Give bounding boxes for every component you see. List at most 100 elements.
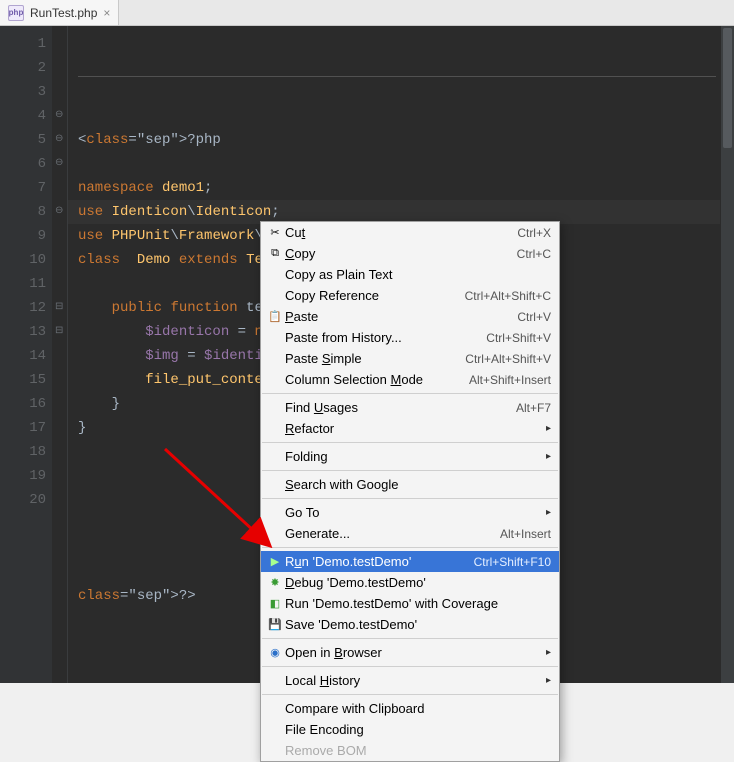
menu-item-label: Paste (285, 309, 517, 324)
line-number: 6 (0, 152, 46, 176)
line-number: 10 (0, 248, 46, 272)
tab-filename: RunTest.php (30, 6, 97, 20)
fold-toggle-icon[interactable]: ⊖ (55, 135, 65, 145)
coverage-icon: ◧ (265, 597, 285, 610)
menu-item-label: Local History (285, 673, 546, 688)
menu-item-label: Search with Google (285, 477, 551, 492)
scrollbar[interactable] (720, 26, 734, 683)
menu-item-label: Cut (285, 225, 517, 240)
fold-toggle-icon[interactable]: ⊖ (55, 111, 65, 121)
menu-item[interactable]: File Encoding (261, 719, 559, 740)
line-number: 9 (0, 224, 46, 248)
menu-item[interactable]: Refactor▸ (261, 418, 559, 439)
menu-item[interactable]: Paste from History...Ctrl+Shift+V (261, 327, 559, 348)
menu-item[interactable]: Copy as Plain Text (261, 264, 559, 285)
line-number: 4 (0, 104, 46, 128)
menu-separator (262, 547, 558, 548)
menu-shortcut: Ctrl+X (517, 226, 551, 240)
menu-separator (262, 694, 558, 695)
menu-separator (262, 666, 558, 667)
menu-item[interactable]: ▶Run 'Demo.testDemo'Ctrl+Shift+F10 (261, 551, 559, 572)
submenu-arrow-icon: ▸ (546, 451, 551, 462)
line-number: 12 (0, 296, 46, 320)
menu-item-label: Debug 'Demo.testDemo' (285, 575, 551, 590)
line-number: 3 (0, 80, 46, 104)
menu-item-label: Refactor (285, 421, 546, 436)
menu-item[interactable]: Compare with Clipboard (261, 698, 559, 719)
menu-item-label: Generate... (285, 526, 500, 541)
line-number: 14 (0, 344, 46, 368)
menu-item-label: Copy Reference (285, 288, 465, 303)
menu-item[interactable]: Local History▸ (261, 670, 559, 691)
menu-item[interactable]: Search with Google (261, 474, 559, 495)
line-number: 16 (0, 392, 46, 416)
menu-item[interactable]: Generate...Alt+Insert (261, 523, 559, 544)
menu-separator (262, 470, 558, 471)
submenu-arrow-icon: ▸ (546, 423, 551, 434)
line-number: 13 (0, 320, 46, 344)
debug-icon: ✸ (265, 576, 285, 589)
menu-shortcut: Ctrl+Alt+Shift+C (465, 289, 551, 303)
tab-close-icon[interactable]: × (103, 6, 110, 20)
code-line: namespace demo1; (78, 176, 720, 200)
line-number: 17 (0, 416, 46, 440)
menu-item-label: File Encoding (285, 722, 551, 737)
fold-toggle-icon[interactable]: ⊖ (55, 207, 65, 217)
menu-item-label: Find Usages (285, 400, 516, 415)
menu-item[interactable]: Copy ReferenceCtrl+Alt+Shift+C (261, 285, 559, 306)
menu-item-label: Run 'Demo.testDemo' (285, 554, 474, 569)
line-number: 15 (0, 368, 46, 392)
menu-item-label: Run 'Demo.testDemo' with Coverage (285, 596, 551, 611)
menu-separator (262, 498, 558, 499)
fold-toggle-icon[interactable]: ⊟ (55, 303, 65, 313)
menu-item-label: Column Selection Mode (285, 372, 469, 387)
line-number: 8 (0, 200, 46, 224)
save-icon: 💾 (265, 618, 285, 631)
paste-icon: 📋 (265, 310, 285, 323)
menu-shortcut: Ctrl+Alt+Shift+V (465, 352, 551, 366)
menu-item[interactable]: Go To▸ (261, 502, 559, 523)
menu-item[interactable]: Folding▸ (261, 446, 559, 467)
browser-icon: ◉ (265, 646, 285, 659)
menu-separator (262, 638, 558, 639)
code-editor[interactable]: 1234567891011121314151617181920 ⊖⊖⊖⊖⊟⊟ <… (0, 26, 734, 683)
line-number: 1 (0, 32, 46, 56)
scissors-icon: ✂ (265, 226, 285, 239)
fold-toggle-icon[interactable]: ⊟ (55, 327, 65, 337)
menu-item-label: Paste Simple (285, 351, 465, 366)
menu-shortcut: Alt+F7 (516, 401, 551, 415)
menu-item[interactable]: ⧉CopyCtrl+C (261, 243, 559, 264)
menu-item[interactable]: Find UsagesAlt+F7 (261, 397, 559, 418)
line-number: 18 (0, 440, 46, 464)
menu-item-label: Copy as Plain Text (285, 267, 551, 282)
menu-item-label: Open in Browser (285, 645, 546, 660)
menu-shortcut: Ctrl+C (517, 247, 551, 261)
copy-icon: ⧉ (265, 247, 285, 260)
menu-item[interactable]: 💾Save 'Demo.testDemo' (261, 614, 559, 635)
menu-item[interactable]: Paste SimpleCtrl+Alt+Shift+V (261, 348, 559, 369)
gutter: 1234567891011121314151617181920 (0, 26, 52, 683)
php-file-icon: php (8, 5, 24, 21)
menu-shortcut: Ctrl+Shift+V (486, 331, 551, 345)
menu-separator (262, 442, 558, 443)
menu-item[interactable]: ✸Debug 'Demo.testDemo' (261, 572, 559, 593)
menu-item-label: Copy (285, 246, 517, 261)
run-icon: ▶ (265, 555, 285, 568)
menu-item-label: Remove BOM (285, 743, 551, 758)
menu-shortcut: Ctrl+Shift+F10 (474, 555, 551, 569)
file-tab[interactable]: php RunTest.php × (0, 0, 119, 25)
context-menu: ✂CutCtrl+X⧉CopyCtrl+CCopy as Plain TextC… (260, 221, 560, 762)
menu-item[interactable]: ✂CutCtrl+X (261, 222, 559, 243)
menu-item[interactable]: ◉Open in Browser▸ (261, 642, 559, 663)
tab-bar: php RunTest.php × (0, 0, 734, 26)
menu-item[interactable]: Remove BOM (261, 740, 559, 761)
line-number: 19 (0, 464, 46, 488)
menu-item[interactable]: 📋PasteCtrl+V (261, 306, 559, 327)
code-line (78, 152, 720, 176)
menu-item[interactable]: ◧Run 'Demo.testDemo' with Coverage (261, 593, 559, 614)
menu-item-label: Compare with Clipboard (285, 701, 551, 716)
menu-item-label: Folding (285, 449, 546, 464)
menu-item[interactable]: Column Selection ModeAlt+Shift+Insert (261, 369, 559, 390)
scrollbar-thumb[interactable] (723, 28, 732, 148)
fold-toggle-icon[interactable]: ⊖ (55, 159, 65, 169)
